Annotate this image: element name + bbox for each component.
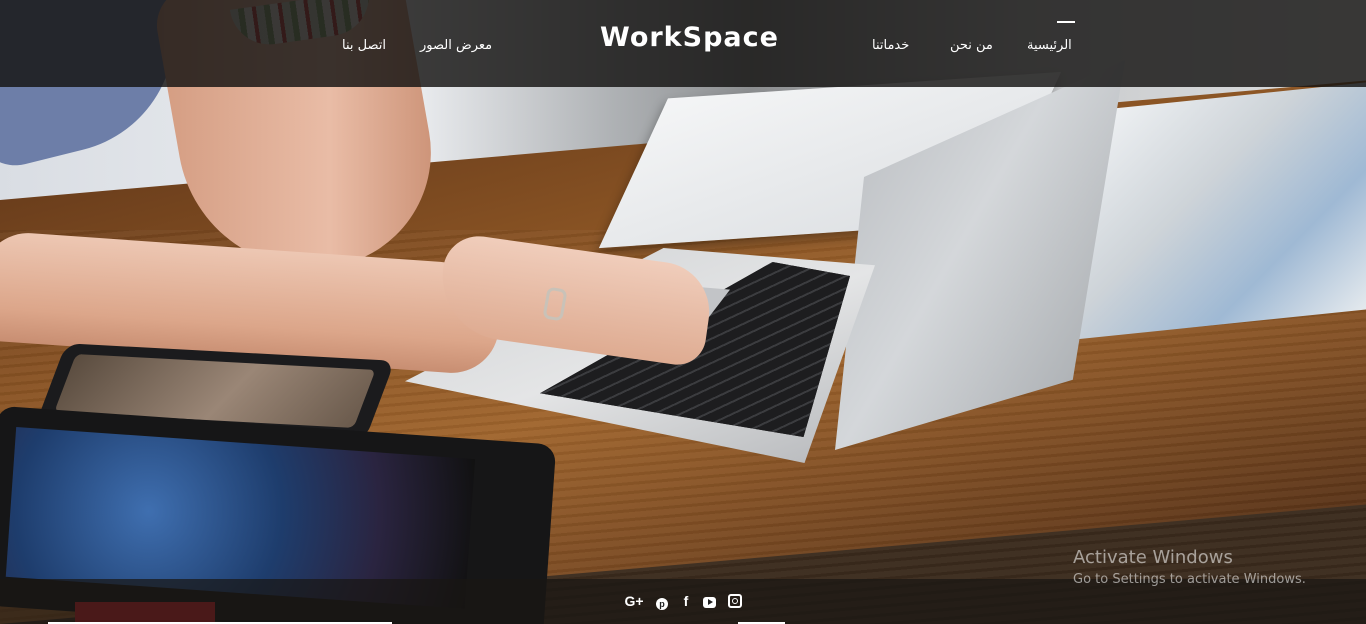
instagram-icon[interactable]: [728, 592, 742, 610]
nav-about[interactable]: من نحن: [950, 38, 993, 53]
active-nav-indicator: [1057, 21, 1075, 23]
activation-watermark-title: Activate Windows: [1073, 547, 1233, 568]
nav-contact[interactable]: اتصل بنا: [342, 38, 386, 53]
pinterest-icon[interactable]: p: [655, 592, 669, 610]
nav-gallery[interactable]: معرض الصور: [420, 38, 492, 53]
pinterest-glyph: p: [656, 598, 668, 610]
instagram-glyph: [728, 594, 742, 608]
youtube-icon[interactable]: [702, 592, 716, 610]
nav-services[interactable]: خدماتنا: [872, 38, 909, 53]
google-plus-icon[interactable]: G+: [624, 592, 644, 610]
site-logo[interactable]: WorkSpace: [600, 22, 778, 53]
nav-home[interactable]: الرئيسية: [1027, 38, 1072, 53]
youtube-glyph: [702, 597, 716, 608]
facebook-icon[interactable]: f: [680, 592, 692, 610]
hero-background-photo: [0, 0, 1366, 624]
activation-watermark-subtitle: Go to Settings to activate Windows.: [1073, 572, 1306, 587]
